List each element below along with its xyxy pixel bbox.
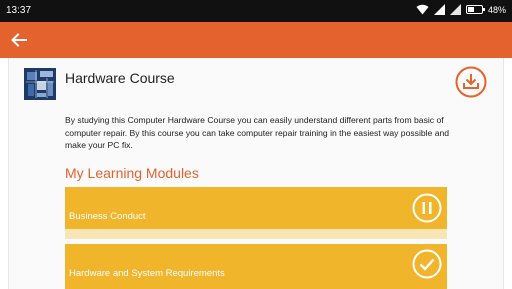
battery-percent: 48%: [487, 4, 506, 15]
module-progress-strip: [65, 229, 447, 239]
module-label: Business Conduct: [69, 211, 146, 222]
app-bar: [0, 22, 512, 58]
signal-icon: [433, 4, 445, 15]
check-icon[interactable]: [412, 249, 442, 279]
pause-icon[interactable]: [412, 193, 442, 223]
module-label: Hardware and System Requirements: [69, 268, 225, 279]
signal-icon: [449, 4, 461, 15]
battery-level: [467, 7, 474, 12]
modules-section-title: My Learning Modules: [65, 165, 199, 181]
course-description: By studying this Computer Hardware Cours…: [65, 115, 450, 150]
wifi-icon: [416, 4, 429, 15]
course-title: Hardware Course: [65, 70, 175, 86]
module-item[interactable]: Hardware and System Requirements: [65, 244, 447, 289]
status-time: 13:37: [6, 5, 32, 16]
download-icon[interactable]: [455, 66, 487, 98]
course-thumbnail: [24, 68, 56, 100]
status-icons: 48%: [416, 4, 506, 15]
status-bar: 13:37 48%: [0, 0, 512, 22]
battery-icon: [465, 5, 485, 14]
arrow-left-icon[interactable]: [10, 31, 28, 49]
module-item[interactable]: Business Conduct: [65, 187, 447, 239]
circuit-board-icon: [24, 68, 56, 100]
